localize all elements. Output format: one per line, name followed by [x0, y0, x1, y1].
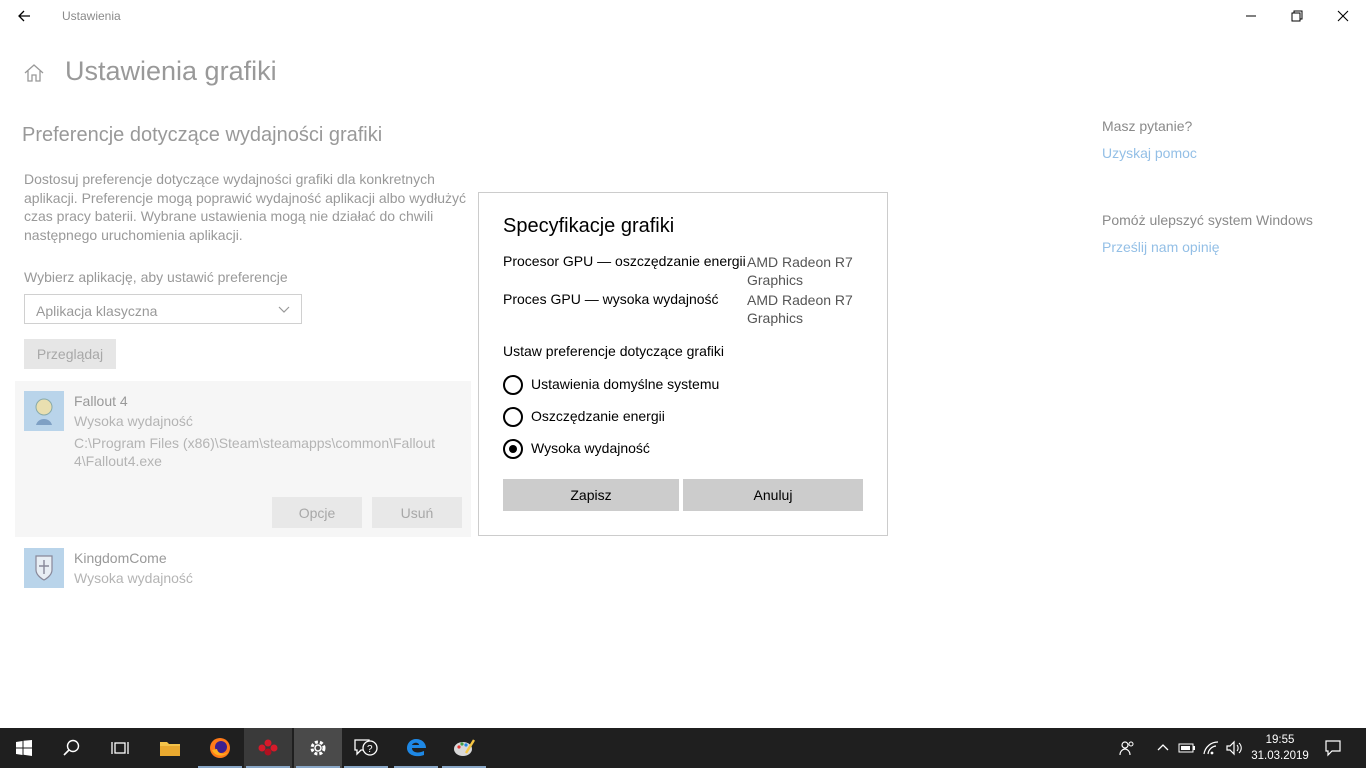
dropdown-value: Aplikacja klasyczna	[36, 303, 158, 319]
chevron-up-icon[interactable]	[1153, 738, 1173, 758]
back-arrow-icon	[18, 10, 30, 22]
app-mode: Wysoka wydajność	[74, 570, 193, 586]
radio-label: Oszczędzanie energii	[531, 408, 665, 424]
gpu-high-performance-label: Proces GPU — wysoka wydajność	[503, 291, 719, 307]
improve-windows-label: Pomóż ulepszyć system Windows	[1102, 212, 1313, 228]
options-button[interactable]: Opcje	[272, 497, 362, 528]
save-button[interactable]: Zapisz	[503, 479, 679, 511]
radio-option-high-performance[interactable]: Wysoka wydajność	[503, 438, 843, 460]
app-red-icon	[258, 739, 278, 756]
kingdomcome-app-icon	[24, 548, 64, 588]
feedback-hub-icon: ?	[354, 739, 378, 756]
minimize-button[interactable]	[1228, 0, 1274, 32]
firefox-icon	[210, 738, 230, 758]
file-explorer-button[interactable]	[146, 728, 194, 768]
volume-icon[interactable]	[1224, 738, 1244, 758]
taskbar: ? 19:55 31.03.2019	[0, 728, 1366, 768]
app-list-item-fallout[interactable]: Fallout 4 Wysoka wydajność C:\Program Fi…	[15, 381, 471, 537]
people-icon[interactable]	[1117, 738, 1137, 758]
graphics-spec-dialog: Specyfikacje grafiki Procesor GPU — oszc…	[478, 192, 888, 536]
radio-button-checked[interactable]	[503, 439, 523, 459]
settings-gear-icon	[310, 740, 326, 756]
gpu-power-saving-label: Procesor GPU — oszczędzanie energii	[503, 253, 746, 269]
app-list-item-kingdomcome[interactable]: KingdomCome Wysoka wydajność	[15, 540, 471, 596]
gpu-high-performance-value: AMD Radeon R7 Graphics	[747, 292, 853, 326]
edge-button[interactable]	[392, 728, 440, 768]
file-explorer-icon	[160, 742, 180, 756]
dialog-title: Specyfikacje grafiki	[503, 215, 675, 237]
edge-icon	[407, 739, 426, 757]
app-path: C:\Program Files (x86)\Steam\steamapps\c…	[74, 435, 436, 469]
app-name: Fallout 4	[74, 393, 128, 409]
cancel-button[interactable]: Anuluj	[683, 479, 863, 511]
choose-app-label: Wybierz aplikację, aby ustawić preferenc…	[24, 269, 288, 285]
app-mode: Wysoka wydajność	[74, 413, 193, 429]
page-title: Ustawienia grafiki	[65, 56, 277, 86]
radio-option-power-saving[interactable]: Oszczędzanie energii	[503, 406, 843, 428]
windows-start-icon	[16, 740, 32, 756]
radio-option-system-default[interactable]: Ustawienia domyślne systemu	[503, 374, 843, 396]
start-button[interactable]	[0, 728, 48, 768]
window-title: Ustawienia	[62, 9, 121, 23]
settings-button[interactable]	[294, 728, 342, 768]
app-name: KingdomCome	[74, 550, 167, 566]
radio-label: Ustawienia domyślne systemu	[531, 376, 720, 392]
fallout-app-icon	[24, 391, 64, 431]
task-view-button[interactable]	[96, 728, 144, 768]
preference-label: Ustaw preferencje dotyczące grafiki	[503, 343, 724, 359]
restore-icon	[1291, 10, 1303, 22]
clock-time: 19:55	[1265, 734, 1295, 746]
radio-button[interactable]	[503, 407, 523, 427]
task-view-icon	[111, 742, 129, 754]
browse-button[interactable]: Przeglądaj	[24, 339, 116, 369]
search-icon	[63, 739, 80, 756]
action-center-icon[interactable]	[1323, 738, 1343, 758]
clock[interactable]: 19:55 31.03.2019	[1248, 732, 1312, 764]
red-app-button[interactable]	[244, 728, 292, 768]
home-icon[interactable]	[22, 61, 46, 85]
close-button[interactable]	[1320, 0, 1366, 32]
paint-button[interactable]	[440, 728, 488, 768]
get-help-link[interactable]: Uzyskaj pomoc	[1102, 145, 1197, 161]
svg-text:?: ?	[367, 744, 373, 755]
back-button[interactable]	[6, 0, 42, 32]
remove-button[interactable]: Usuń	[372, 497, 462, 528]
search-button[interactable]	[48, 728, 96, 768]
minimize-icon	[1246, 15, 1256, 17]
paint-icon	[454, 739, 476, 756]
app-type-dropdown[interactable]: Aplikacja klasyczna	[24, 294, 302, 324]
gpu-power-saving-value: AMD Radeon R7 Graphics	[747, 254, 853, 288]
help-question: Masz pytanie?	[1102, 118, 1193, 134]
restore-button[interactable]	[1274, 0, 1320, 32]
description: Dostosuj preferencje dotyczące wydajnośc…	[24, 171, 466, 243]
battery-icon[interactable]	[1177, 738, 1197, 758]
radio-button[interactable]	[503, 375, 523, 395]
section-title: Preferencje dotyczące wydajności grafiki	[22, 124, 383, 146]
clock-date: 31.03.2019	[1251, 750, 1309, 762]
title-bar: Ustawienia	[0, 0, 1366, 32]
chevron-down-icon	[278, 306, 290, 313]
close-icon	[1337, 10, 1349, 22]
firefox-button[interactable]	[196, 728, 244, 768]
wifi-icon[interactable]	[1201, 738, 1221, 758]
feedback-hub-button[interactable]: ?	[342, 728, 390, 768]
send-feedback-link[interactable]: Prześlij nam opinię	[1102, 239, 1220, 255]
radio-label: Wysoka wydajność	[531, 440, 650, 456]
